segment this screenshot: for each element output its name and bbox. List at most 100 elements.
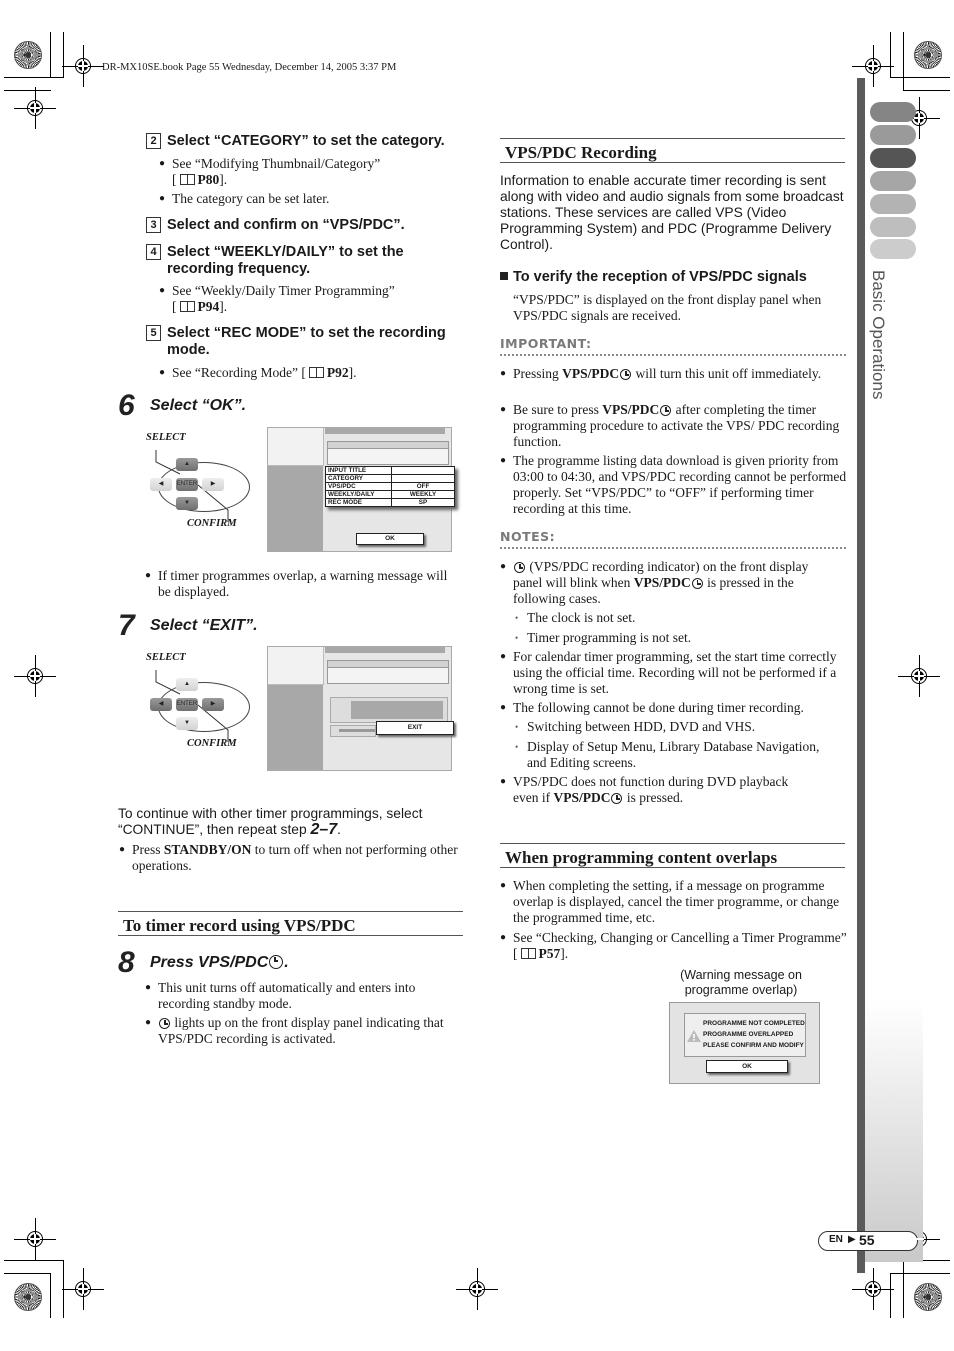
section-tab-5 [870,194,916,214]
timer-menu-screen: INPUT TITLE CATEGORY VPS/PDC OFF WEEKLY/D… [267,427,455,552]
vps-pdc-clock-icon [269,955,284,969]
section-heading-timer-vps: To timer record using VPS/PDC [118,911,463,936]
section-heading-overlap: When programming content overlaps [500,843,845,868]
page-number-badge: EN ▶ 55 [818,1231,918,1251]
vps-intro: Information to enable accurate timer rec… [500,173,844,252]
section-tab-1 [870,102,916,122]
crop-mark [4,77,64,78]
divider [500,354,846,356]
vps-pdc-clock-icon [611,793,623,804]
bullet: ● This unit turns off automatically and e… [145,980,416,1011]
vps-pdc-clock-icon [620,369,632,380]
warning-ok-button: OK [706,1060,788,1073]
warning-triangle-icon [687,1030,701,1042]
important-label: IMPORTANT: [500,336,592,351]
book-icon [179,301,195,312]
bullet: ● The category can be set later. [159,191,330,206]
substep-5: 5 Select “REC MODE” to set the recording … [146,325,466,359]
remote-diagram-step7: SELECT ▲ ENTER ▼ ◀ ▶ CONFIRM [140,650,265,760]
arrow-right-icon: ▶ [848,1234,856,1245]
chapter-label: Basic Operations [869,270,888,400]
exit-button: EXIT [376,721,454,735]
bullet: ● See “Modifying Thumbnail/Category”[P80]… [159,156,381,187]
sub-bullet: • Timer programming is not set. [515,630,692,645]
registration-starburst [14,1283,42,1311]
section-tab-4 [870,171,916,191]
bullet: ● See “Checking, Changing or Cancelling a… [500,930,847,961]
up-arrow-key: ▲ [176,458,198,471]
bullet: ● Be sure to press VPS/PDC after completi… [500,402,840,449]
sub-bullet: • Display of Setup Menu, Library Database… [515,739,820,770]
crop-mark [890,1273,950,1274]
book-meta-line: DR-MX10SE.book Page 55 Wednesday, Decemb… [102,62,397,73]
section-heading-vps-pdc: VPS/PDC Recording [500,138,845,163]
right-arrow-key: ▶ [202,478,224,491]
continue-instruction: To continue with other timer programming… [118,806,423,838]
crop-mark [4,1273,51,1274]
table-row: CATEGORY [325,474,455,483]
crop-mark [50,32,51,77]
side-bar [857,78,865,1273]
registration-mark [852,45,894,87]
substep-3: 3 Select and confirm on “VPS/PDC”. [146,217,405,234]
table-row: REC MODE SP [325,498,455,507]
bullet: ● The programme listing data download is … [500,453,847,516]
substep-4: 4 Select “WEEKLY/DAILY” to set the record… [146,244,466,278]
registration-mark [456,1268,498,1310]
bullet: ● See “Weekly/Daily Timer Programming”[P9… [159,283,395,314]
bullet: ● When completing the setting, if a messa… [500,878,840,925]
timer-settings-table: INPUT TITLE CATEGORY VPS/PDC OFF WEEKLY/D… [325,466,455,507]
crop-mark [63,32,64,77]
side-gradient [865,1000,923,1262]
vps-pdc-clock-icon [691,578,703,589]
bullet: ● VPS/PDC does not function during DVD pl… [500,774,789,805]
section-tab-2 [870,125,916,145]
registration-starburst [14,41,42,69]
exit-menu-screen: EXIT [267,646,454,771]
registration-starburst [914,1283,942,1311]
bullet: ● Pressing VPS/PDC will turn this unit of… [500,366,822,381]
section-tab-6 [870,217,916,237]
verify-heading: To verify the reception of VPS/PDC signa… [500,269,807,285]
crop-mark [4,90,51,91]
down-arrow-key: ▼ [176,717,198,730]
down-arrow-key: ▼ [176,497,198,510]
registration-mark [14,655,56,697]
table-row: WEEKLY/DAILY WEEKLY [325,490,455,499]
crop-mark [890,77,950,78]
warning-caption: (Warning message on programme overlap) [680,968,802,997]
registration-mark [14,1218,56,1260]
bullet: ● See “Recording Mode” [P92]. [159,365,357,380]
section-tab-3-current [870,148,916,168]
registration-starburst [914,41,942,69]
ok-button: OK [356,533,424,545]
bullet: ● Press STANDBY/ON to turn off when not p… [119,842,458,873]
square-bullet-icon [500,272,508,280]
substep-2: 2 Select “CATEGORY” to set the category. [146,133,445,150]
book-icon [308,367,324,378]
crop-mark [50,1273,51,1318]
book-icon [179,174,195,185]
warning-dialog: PROGRAMME NOT COMPLETED PROGRAMME OVERLA… [669,1002,820,1084]
bullet: ● The following cannot be done during tim… [500,700,804,715]
table-row: VPS/PDC OFF [325,482,455,491]
divider [500,547,846,549]
bullet: ● (VPS/PDC recording indicator) on the f… [500,559,809,606]
left-arrow-key: ◀ [150,698,172,711]
crop-mark [903,32,904,90]
table-row: INPUT TITLE [325,466,455,475]
enter-key: ENTER [176,478,198,491]
bullet: ● lights up on the front display panel i… [145,1015,444,1046]
book-icon [520,948,536,959]
section-tab-7 [870,239,916,259]
registration-mark [14,87,56,129]
right-arrow-key: ▶ [202,698,224,711]
notes-label: NOTES: [500,529,556,544]
bullet: ● If timer programmes overlap, a warning … [145,568,448,599]
left-arrow-key: ◀ [150,478,172,491]
registration-mark [62,1268,104,1310]
vps-pdc-indicator-icon [514,562,525,573]
crop-mark [903,1260,904,1318]
sub-bullet: • Switching between HDD, DVD and VHS. [515,719,756,734]
enter-key: ENTER [176,698,198,711]
